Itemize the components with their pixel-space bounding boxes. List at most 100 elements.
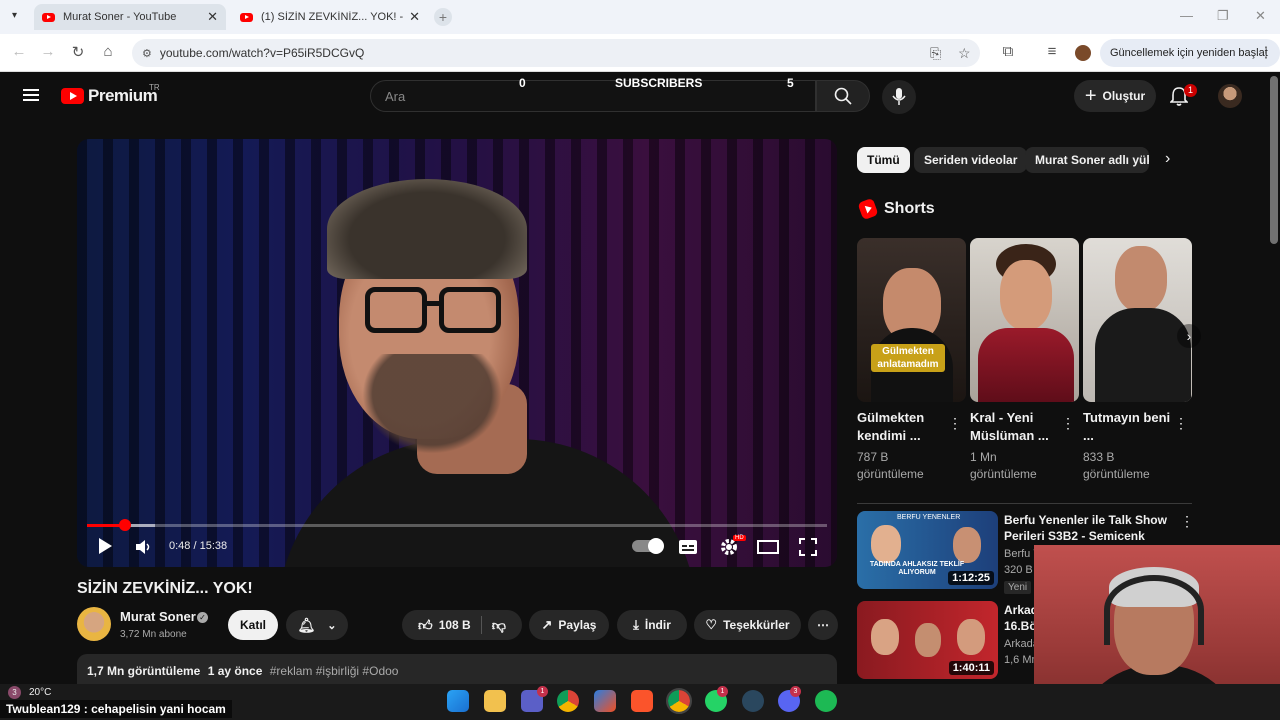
notification-count-badge: 1	[1184, 84, 1198, 97]
account-avatar[interactable]	[1218, 84, 1242, 108]
tab-search-icon[interactable]: ▾	[12, 10, 17, 21]
like-button[interactable]: 👍︎ 108 B	[418, 617, 471, 634]
youtube-header: Premium TR 0 SUBSCRIBERS 5 + Oluştur 1	[0, 72, 1280, 120]
thumbs-up-icon: 👍︎	[418, 616, 433, 633]
reload-icon[interactable]: ↻	[68, 43, 88, 61]
play-icon[interactable]	[97, 537, 113, 555]
close-window-icon[interactable]: ✕	[1255, 8, 1266, 24]
tab-close-icon[interactable]: ✕	[409, 9, 420, 25]
recommendation-thumbnail[interactable]: BERFU YENENLER TADINDA AHLAKSIZ TEKLİF A…	[857, 511, 998, 589]
recommendation-thumbnail[interactable]: 1:40:11	[857, 601, 998, 679]
short-thumbnail[interactable]	[1083, 238, 1192, 402]
chip-series[interactable]: Seriden videolar	[914, 147, 1028, 173]
home-icon[interactable]: ⌂	[98, 43, 118, 60]
minimize-icon[interactable]: —	[1180, 8, 1193, 23]
youtube-logo[interactable]: Premium TR	[61, 83, 160, 106]
chevron-right-icon[interactable]: ›	[1165, 150, 1170, 168]
subscription-bell-button[interactable]: 🔔︎ ⌄	[286, 610, 348, 640]
recommendation-title[interactable]: Arkad 16.Bö	[1004, 602, 1038, 634]
volume-icon[interactable]	[135, 539, 151, 555]
whatsapp-badge: 1	[717, 686, 728, 697]
maximize-icon[interactable]: ❐	[1217, 8, 1229, 24]
short-thumbnail[interactable]	[970, 238, 1079, 402]
glasses-bridge	[427, 301, 441, 306]
theater-mode-icon[interactable]	[757, 540, 779, 554]
recommendation-title[interactable]: Berfu Yenenler ile Talk Show Perileri S3…	[1004, 512, 1174, 544]
new-tab-button[interactable]: +	[434, 8, 452, 26]
teams-badge: 1	[537, 686, 548, 697]
media-controls-icon[interactable]: ≡	[1042, 43, 1062, 60]
page-scrollbar[interactable]	[1270, 76, 1278, 244]
dislike-button[interactable]: 👎︎	[492, 617, 506, 634]
short-views: 787 B görüntüleme	[857, 450, 924, 481]
update-label: Güncellemek için yeniden başlat	[1110, 47, 1268, 59]
windows-start-icon[interactable]	[447, 690, 469, 712]
counter-left-value: 0	[519, 76, 526, 90]
steam-icon[interactable]	[742, 690, 764, 712]
brave-icon[interactable]	[631, 690, 653, 712]
address-bar[interactable]: ⚙ youtube.com/watch?v=P65iR5DCGvQ ⎘ ☆	[132, 39, 980, 67]
video-person-hair	[327, 179, 527, 279]
weather-widget[interactable]: 3 20°C	[8, 686, 51, 699]
bookmark-star-icon[interactable]: ☆	[958, 45, 971, 62]
progress-scrubber[interactable]	[118, 519, 131, 531]
chip-channel-uploads[interactable]: Murat Soner adlı yükl	[1025, 147, 1149, 173]
profile-avatar[interactable]	[1075, 45, 1091, 61]
chrome-active-icon[interactable]	[666, 688, 692, 714]
more-vertical-icon[interactable]: ⋮	[1180, 513, 1194, 530]
chevron-right-icon[interactable]: ›	[1177, 324, 1201, 348]
back-icon[interactable]: ←	[9, 43, 29, 60]
more-vertical-icon[interactable]: ⋮	[1174, 415, 1188, 432]
short-thumbnail[interactable]: Gülmekten anlatamadım	[857, 238, 966, 402]
tab-video[interactable]: (1) SİZİN ZEVKİNİZ... YOK! - You ✕	[232, 4, 428, 30]
thanks-button[interactable]: ♡ Teşekkürler	[694, 610, 801, 640]
install-app-icon[interactable]: ⎘	[930, 45, 941, 62]
chrome-icon[interactable]	[557, 690, 579, 712]
search-button[interactable]	[816, 80, 870, 112]
video-player[interactable]: 0:48 / 15:38 HD	[77, 139, 837, 567]
short-overlay-caption: Gülmekten anlatamadım	[871, 344, 945, 372]
voice-search-button[interactable]	[882, 80, 916, 114]
progress-bar[interactable]	[87, 519, 827, 531]
join-button[interactable]: Katıl	[228, 610, 278, 640]
channel-avatar[interactable]	[77, 607, 111, 641]
update-button[interactable]: Güncellemek için yeniden başlat	[1100, 39, 1280, 67]
extensions-icon[interactable]: ⧉	[998, 43, 1018, 60]
channel-name[interactable]: Murat Soner	[120, 609, 196, 624]
more-horizontal-icon: ⋯	[817, 618, 829, 632]
chip-label: Tümü	[867, 153, 900, 167]
tab-murat-soner[interactable]: Murat Soner - YouTube ✕	[34, 4, 226, 30]
short-title[interactable]: Gülmekten kendimi ...	[857, 409, 949, 445]
chip-all[interactable]: Tümü	[857, 147, 910, 173]
forward-icon[interactable]: →	[38, 43, 58, 60]
tab-close-icon[interactable]: ✕	[207, 9, 218, 25]
create-button[interactable]: + Oluştur	[1074, 80, 1156, 112]
video-person-beard	[362, 354, 502, 454]
recommendation-views: 1,6 Mn	[1004, 654, 1038, 666]
new-badge: Yeni	[1004, 581, 1032, 594]
download-label: İndir	[644, 618, 671, 632]
short-title[interactable]: Kral - Yeni Müslüman ...	[970, 409, 1062, 445]
fullscreen-icon[interactable]	[799, 538, 817, 556]
temperature: 20°C	[29, 687, 52, 698]
more-actions-button[interactable]: ⋯	[808, 610, 838, 640]
store-icon[interactable]	[594, 690, 616, 712]
hashtags[interactable]: #reklam #işbirliği #Odoo	[270, 664, 399, 678]
autoplay-toggle[interactable]	[632, 538, 664, 554]
hamburger-menu-icon[interactable]	[23, 89, 39, 101]
file-explorer-icon[interactable]	[484, 690, 506, 712]
more-vertical-icon[interactable]: ⋮	[1061, 415, 1075, 432]
download-button[interactable]: ⤓ İndir	[617, 610, 687, 640]
short-title[interactable]: Tutmayın beni ...	[1083, 409, 1175, 445]
site-info-icon[interactable]: ⚙	[142, 47, 152, 60]
discord-badge: 3	[790, 686, 801, 697]
glasses-lens-right	[439, 287, 501, 333]
browser-menu-icon[interactable]: ⋮	[1256, 43, 1276, 61]
more-vertical-icon[interactable]: ⋮	[948, 415, 962, 432]
share-button[interactable]: ↗ Paylaş	[529, 610, 609, 640]
video-title: SİZİN ZEVKİNİZ... YOK!	[77, 580, 253, 597]
country-code: TR	[149, 83, 160, 92]
subtitles-icon[interactable]	[678, 539, 698, 555]
join-label: Katıl	[239, 618, 266, 632]
spotify-icon[interactable]	[815, 690, 837, 712]
